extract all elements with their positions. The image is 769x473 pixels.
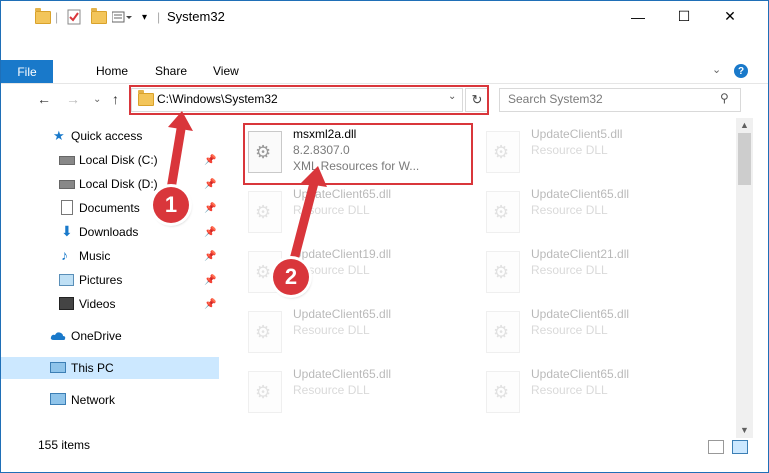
explorer-window: | ▾ | System32 — ☐ ✕ File Home Share Vie… — [0, 0, 769, 473]
step-marker-2: 2 — [273, 259, 309, 295]
annotation-arrows — [164, 111, 327, 276]
step-marker-1: 1 — [153, 187, 189, 223]
